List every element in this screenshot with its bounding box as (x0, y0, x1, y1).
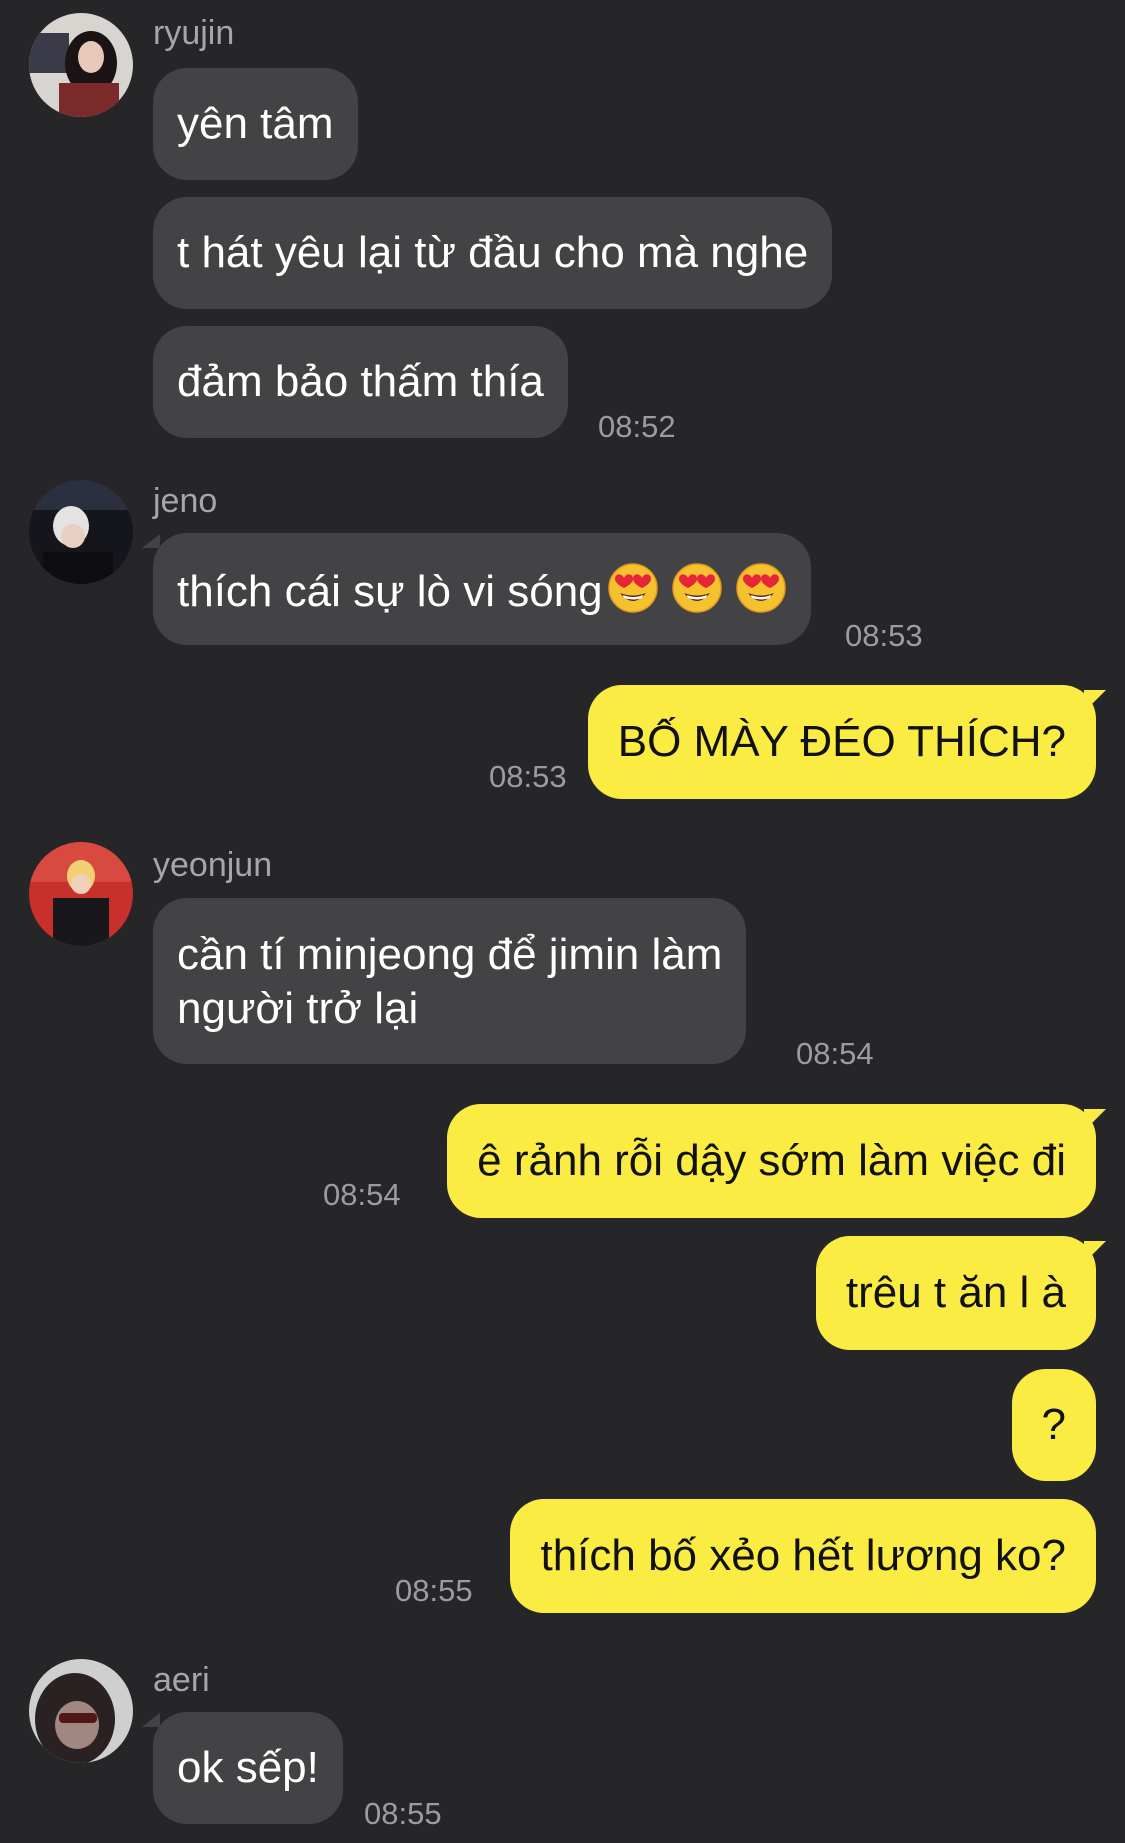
bubble-tail (1084, 1109, 1106, 1131)
message-bubble[interactable]: thích cái sự lò vi sóng (153, 533, 811, 645)
message-time: 08:53 (489, 759, 567, 794)
avatar-jeno[interactable] (29, 480, 133, 584)
message-text: BỐ MÀY ĐÉO THÍCH? (617, 717, 1066, 766)
sender-name-yeonjun: yeonjun (153, 846, 273, 884)
message-time: 08:55 (395, 1573, 473, 1608)
outgoing-message-bubble[interactable]: BỐ MÀY ĐÉO THÍCH? (587, 685, 1096, 799)
message-text: yên tâm (177, 99, 334, 148)
message-bubble[interactable]: t hát yêu lại từ đầu cho mà nghe (153, 197, 833, 309)
sender-name-aeri: aeri (153, 1661, 210, 1699)
outgoing-message-bubble[interactable]: trêu t ăn l à (815, 1236, 1096, 1350)
message-text: ? (1041, 1400, 1066, 1449)
avatar-yeonjun[interactable] (29, 842, 133, 946)
message-time: 08:54 (323, 1177, 401, 1212)
outgoing-message-bubble[interactable]: ê rảnh rỗi dậy sớm làm việc đi (447, 1104, 1096, 1218)
message-text: thích cái sự lò vi sóng (177, 562, 787, 619)
message-text-line: người trở lại (177, 984, 419, 1033)
avatar-aeri[interactable] (29, 1659, 133, 1763)
message-time: 08:53 (845, 618, 923, 653)
heart-eyes-icon (671, 562, 723, 614)
message-bubble[interactable]: cần tí minjeong để jimin làm người trở l… (153, 898, 747, 1064)
message-time: 08:54 (796, 1036, 874, 1071)
message-bubble[interactable]: yên tâm (153, 68, 358, 180)
sender-name-ryujin: ryujin (153, 14, 235, 52)
message-text: ê rảnh rỗi dậy sớm làm việc đi (477, 1136, 1066, 1185)
bubble-tail (1084, 1241, 1106, 1263)
outgoing-message-bubble[interactable]: ? (1011, 1369, 1096, 1481)
avatar-ryujin[interactable] (29, 13, 133, 117)
outgoing-message-bubble[interactable]: thích bố xẻo hết lương ko? (510, 1499, 1096, 1613)
message-text-line: cần tí minjeong để jimin làm (177, 930, 723, 979)
heart-eyes-icon (735, 562, 787, 614)
message-time: 08:55 (364, 1796, 442, 1831)
bubble-tail (142, 1713, 160, 1727)
message-text: t hát yêu lại từ đầu cho mà nghe (177, 228, 809, 277)
message-text: thích bố xẻo hết lương ko? (540, 1531, 1066, 1580)
message-bubble[interactable]: đảm bảo thấm thía (153, 326, 568, 438)
message-text: đảm bảo thấm thía (177, 357, 544, 406)
message-time: 08:52 (598, 409, 676, 444)
bubble-tail (142, 534, 160, 548)
sender-name-jeno: jeno (153, 482, 218, 520)
message-bubble[interactable]: ok sếp! (153, 1712, 343, 1824)
heart-eyes-icon (607, 562, 659, 614)
message-text: trêu t ăn l à (845, 1268, 1066, 1317)
message-text: ok sếp! (177, 1743, 319, 1792)
